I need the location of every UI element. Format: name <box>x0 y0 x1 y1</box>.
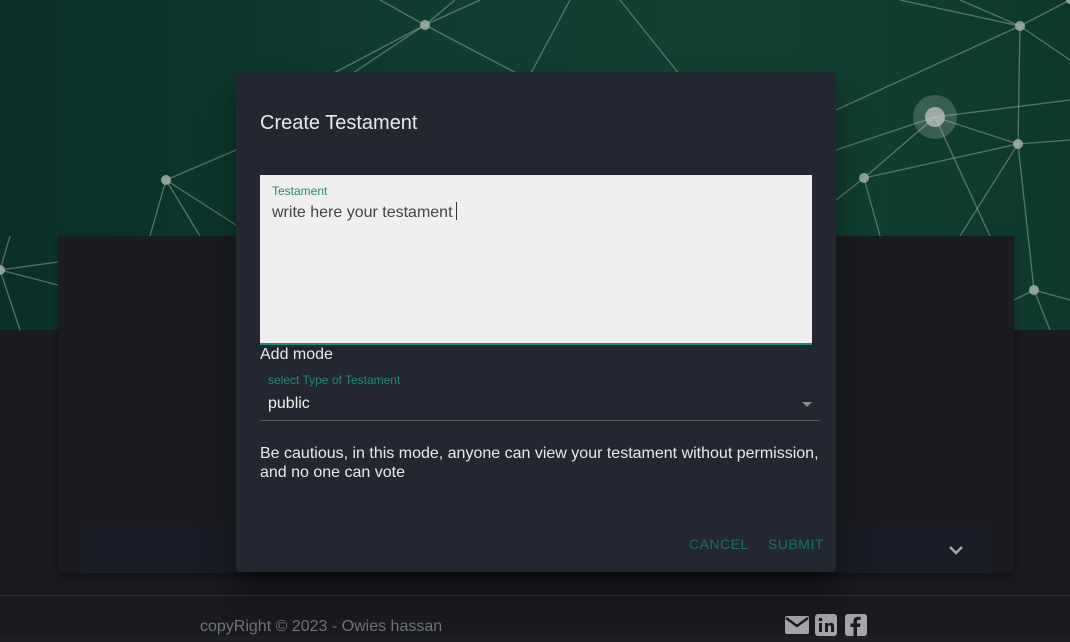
dialog-title: Create Testament <box>260 112 418 134</box>
cancel-button[interactable]: CANCEL <box>689 536 749 552</box>
testament-text: write here your testament <box>272 204 453 221</box>
testament-type-select[interactable]: public <box>268 395 310 413</box>
dropdown-arrow-icon[interactable] <box>802 402 812 407</box>
create-testament-dialog: Create Testament Testament write here yo… <box>236 72 836 572</box>
submit-button[interactable]: SUBMIT <box>768 536 824 552</box>
mode-warning-text: Be cautious, in this mode, anyone can vi… <box>260 445 819 481</box>
select-underline <box>260 420 820 421</box>
text-caret <box>455 202 457 220</box>
testament-field-value[interactable]: write here your testament <box>272 202 457 222</box>
testament-textarea[interactable]: Testament write here your testament <box>260 175 812 345</box>
add-mode-label: Add mode <box>260 346 333 363</box>
testament-field-label: Testament <box>272 184 328 198</box>
testament-type-label: select Type of Testament <box>268 373 401 387</box>
